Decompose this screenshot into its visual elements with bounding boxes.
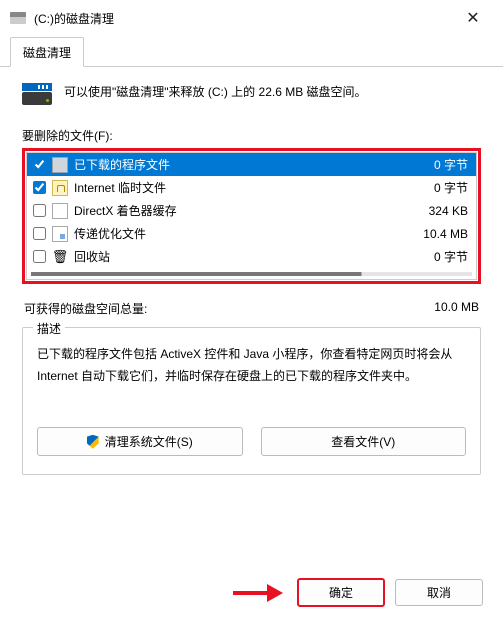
- description-legend: 描述: [33, 320, 65, 337]
- gain-value: 10.0 MB: [434, 300, 479, 317]
- titlebar: (C:)的磁盘清理 ✕: [0, 0, 503, 36]
- file-name: Internet 临时文件: [74, 179, 402, 196]
- button-label: 清理系统文件(S): [105, 433, 193, 450]
- description-button-row: 清理系统文件(S) 查看文件(V): [37, 427, 466, 456]
- files-list-label: 要删除的文件(F):: [22, 127, 481, 144]
- scrollbar-horizontal[interactable]: [31, 272, 472, 276]
- file-row[interactable]: Internet 临时文件 0 字节: [27, 176, 476, 199]
- file-checkbox[interactable]: [33, 227, 46, 240]
- drive-icon: [10, 12, 26, 24]
- file-icon: [52, 203, 68, 219]
- file-row[interactable]: 传递优化文件 10.4 MB: [27, 222, 476, 245]
- file-name: 传递优化文件: [74, 225, 402, 242]
- file-checkbox[interactable]: [33, 204, 46, 217]
- file-checkbox[interactable]: [33, 250, 46, 263]
- file-checkbox[interactable]: [33, 158, 46, 171]
- shield-icon: [87, 435, 99, 449]
- button-label: 确定: [329, 584, 353, 601]
- file-size: 10.4 MB: [408, 227, 468, 241]
- file-name: 已下载的程序文件: [74, 156, 402, 173]
- intro-row: 可以使用"磁盘清理"来释放 (C:) 上的 22.6 MB 磁盘空间。: [22, 81, 481, 105]
- file-row[interactable]: 已下载的程序文件 0 字节: [27, 153, 476, 176]
- close-button[interactable]: ✕: [453, 8, 493, 28]
- file-size: 0 字节: [408, 248, 468, 265]
- file-icon: [52, 226, 68, 242]
- trash-icon: [52, 249, 68, 265]
- file-name: DirectX 着色器缓存: [74, 202, 402, 219]
- description-fieldset: 描述 已下载的程序文件包括 ActiveX 控件和 Java 小程序，你查看特定…: [22, 327, 481, 475]
- intro-text: 可以使用"磁盘清理"来释放 (C:) 上的 22.6 MB 磁盘空间。: [64, 81, 367, 102]
- cancel-button[interactable]: 取消: [395, 579, 483, 606]
- highlight-frame: 已下载的程序文件 0 字节 Internet 临时文件 0 字节 DirectX…: [22, 148, 481, 284]
- drive-large-icon: [22, 83, 52, 105]
- annotation-arrow: [233, 584, 285, 602]
- file-name: 回收站: [74, 248, 402, 265]
- file-size: 0 字节: [408, 156, 468, 173]
- view-files-button[interactable]: 查看文件(V): [261, 427, 467, 456]
- window-title: (C:)的磁盘清理: [34, 10, 453, 27]
- clean-system-files-button[interactable]: 清理系统文件(S): [37, 427, 243, 456]
- files-list[interactable]: 已下载的程序文件 0 字节 Internet 临时文件 0 字节 DirectX…: [26, 152, 477, 280]
- dialog-footer: 确定 取消: [233, 578, 483, 607]
- file-checkbox[interactable]: [33, 181, 46, 194]
- description-text: 已下载的程序文件包括 ActiveX 控件和 Java 小程序，你查看特定网页时…: [37, 344, 466, 387]
- file-size: 0 字节: [408, 179, 468, 196]
- tab-row: 磁盘清理: [0, 36, 503, 67]
- gain-label: 可获得的磁盘空间总量:: [24, 300, 147, 317]
- file-size: 324 KB: [408, 204, 468, 218]
- app-icon: [52, 157, 68, 173]
- button-label: 取消: [427, 584, 451, 601]
- lock-icon: [52, 180, 68, 196]
- gain-row: 可获得的磁盘空间总量: 10.0 MB: [24, 300, 479, 317]
- file-row[interactable]: DirectX 着色器缓存 324 KB: [27, 199, 476, 222]
- content-area: 可以使用"磁盘清理"来释放 (C:) 上的 22.6 MB 磁盘空间。 要删除的…: [0, 67, 503, 485]
- ok-button[interactable]: 确定: [297, 578, 385, 607]
- tab-disk-cleanup[interactable]: 磁盘清理: [10, 37, 84, 67]
- file-row[interactable]: 回收站 0 字节: [27, 245, 476, 268]
- button-label: 查看文件(V): [331, 433, 395, 450]
